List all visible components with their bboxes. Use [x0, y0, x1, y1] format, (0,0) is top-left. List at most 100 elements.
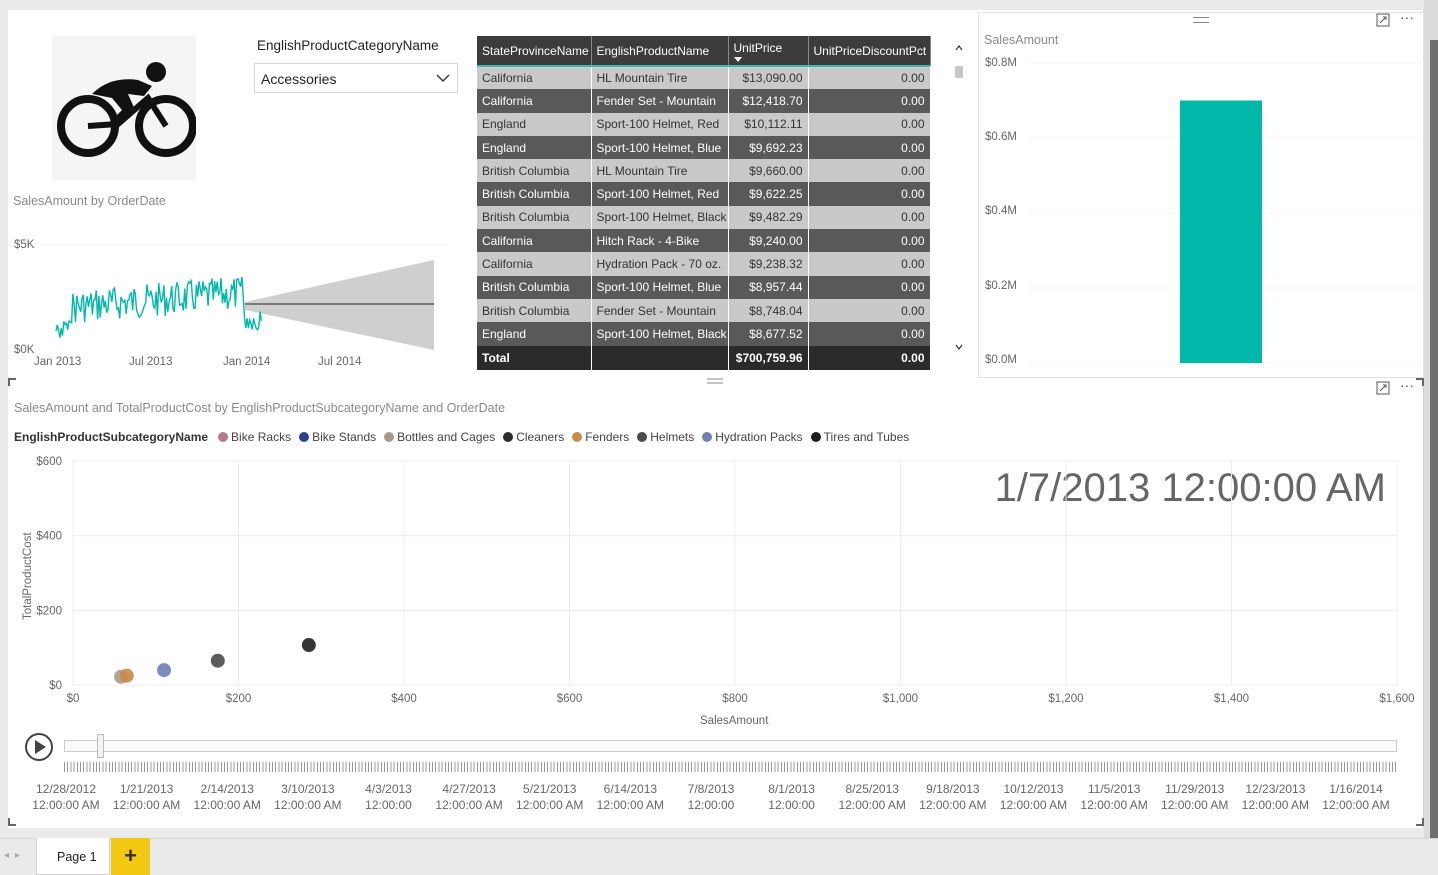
scatter-point[interactable]	[301, 638, 316, 653]
column-y-tick: $0.8M	[985, 57, 1017, 69]
table-row[interactable]: British Columbia HL Mountain Tire $9,660.0…	[477, 159, 931, 183]
play-axis-ticks	[64, 762, 1397, 772]
scatter-plot[interactable]: $0 $200 $400 $600 $800 $1,000 $1,200 $1,400 $1,6…	[0, 450, 1424, 712]
scatter-point[interactable]	[119, 668, 134, 683]
play-axis-date: 1/16/2014	[1329, 782, 1383, 796]
line-chart-plot[interactable]	[0, 230, 450, 355]
scroll-up-icon	[955, 45, 963, 51]
table-row[interactable]: England Sport-100 Helmet, Blue $9,692.23 0.…	[477, 135, 931, 160]
table-cell: British Columbia	[477, 182, 592, 206]
table-row[interactable]: British Columbia Sport-100 Helmet, Red $9,…	[477, 182, 931, 206]
legend-label: Cleaners	[516, 430, 565, 444]
table-cell: $9,692.23	[728, 135, 809, 160]
sales-table: StateProvinceName EnglishProductName Uni…	[477, 36, 931, 370]
legend-label: Bottles and Cages	[397, 430, 496, 444]
more-options-icon[interactable]: ···	[1400, 10, 1414, 24]
scatter-point[interactable]	[210, 653, 225, 668]
legend-label: Hydration Packs	[715, 430, 803, 444]
table-cell: 0.00	[808, 298, 931, 323]
play-axis-time: 12:00:00	[365, 798, 412, 812]
play-axis-label: 2/14/2013 12:00:00 AM	[187, 781, 267, 813]
column-header-sorted[interactable]: UnitPrice	[728, 36, 809, 66]
play-axis-thumb[interactable]	[97, 734, 105, 758]
table-cell: 0.00	[808, 66, 931, 90]
table-total-row: Total $700,759.96 0.00	[477, 345, 931, 370]
play-axis-label: 11/29/2013 12:00:00 AM	[1155, 781, 1235, 813]
scatter-y-tick: $400	[36, 531, 62, 543]
table-cell: $9,240.00	[728, 229, 809, 253]
table-cell: British Columbia	[477, 159, 592, 183]
drag-handle-icon[interactable]	[1193, 17, 1209, 23]
legend-label: Helmets	[650, 430, 695, 444]
category-slicer-dropdown[interactable]: Accessories	[254, 63, 458, 93]
legend-item[interactable]: Bottles and Cages	[384, 430, 495, 444]
more-options-icon[interactable]: ···	[1400, 378, 1414, 392]
tab-page-1[interactable]: Page 1	[36, 838, 110, 875]
play-axis-label: 4/27/2013 12:00:00 AM	[429, 781, 509, 813]
play-axis-track[interactable]	[64, 740, 1397, 752]
focus-mode-icon[interactable]	[1376, 381, 1390, 395]
table-cell: 0.00	[808, 229, 931, 253]
legend-item[interactable]: Tires and Tubes	[810, 430, 909, 444]
play-axis-time: 12:00:00	[768, 798, 815, 812]
play-axis-date: 12/28/2012	[35, 782, 97, 796]
scatter-x-tick: $1,400	[1214, 693, 1249, 705]
play-axis-time: 12:00:00 AM	[1322, 798, 1390, 812]
play-axis-date: 4/27/2013	[442, 782, 496, 796]
table-cell: 0.00	[808, 275, 931, 299]
play-axis-date: 6/14/2013	[603, 782, 658, 796]
column-y-tick: $0.6M	[985, 131, 1017, 143]
table-row[interactable]: California HL Mountain Tire $13,090.00 0.00	[477, 66, 931, 90]
play-button[interactable]	[25, 733, 53, 761]
legend-dot-icon	[299, 432, 310, 442]
table-scrollbar[interactable]	[953, 40, 965, 356]
scatter-x-label: SalesAmount	[700, 715, 769, 727]
legend-item[interactable]: Fenders	[572, 430, 629, 444]
legend-item[interactable]: Hydration Packs	[702, 430, 803, 444]
add-page-button[interactable]: +	[111, 838, 150, 875]
column-y-tick: $0.0M	[985, 354, 1017, 366]
legend-item[interactable]: Bike Racks	[218, 430, 291, 444]
column-header[interactable]: UnitPriceDiscountPct	[808, 36, 931, 66]
column-bar[interactable]	[1180, 100, 1262, 364]
legend-item[interactable]: Helmets	[637, 430, 694, 444]
table-cell: $10,112.11	[728, 112, 809, 136]
play-axis-date: 7/8/2013	[687, 782, 735, 796]
table-row[interactable]: British Columbia Sport-100 Helmet, Black $…	[477, 205, 931, 230]
legend-item[interactable]: Bike Stands	[299, 430, 376, 444]
table-cell: HL Mountain Tire	[591, 66, 729, 90]
resize-handle[interactable]	[1416, 378, 1424, 386]
table-row[interactable]: England Sport-100 Helmet, Red $10,112.11 0.…	[477, 112, 931, 136]
play-axis-time: 12:00:00 AM	[435, 798, 503, 812]
resize-handle[interactable]	[8, 818, 16, 826]
column-chart-plot[interactable]	[1025, 60, 1420, 365]
table-row[interactable]: British Columbia Fender Set - Mountain $8,…	[477, 298, 931, 323]
table-row[interactable]: England Sport-100 Helmet, Black $8,677.52 0…	[477, 322, 931, 346]
page-nav-arrows-icon[interactable]: ◂▸	[4, 850, 26, 861]
resize-handle[interactable]	[1416, 818, 1424, 826]
table-row[interactable]: California Hitch Rack - 4-Bike $9,240.00 0.…	[477, 229, 931, 253]
table-row[interactable]: California Hydration Pack - 70 oz. $9,238.…	[477, 252, 931, 276]
resize-handle[interactable]	[8, 378, 16, 386]
play-axis-time: 12:00:00	[687, 798, 735, 812]
table-row[interactable]: British Columbia Sport-100 Helmet, Blue $8…	[477, 275, 931, 299]
legend-item[interactable]: Cleaners	[503, 430, 564, 444]
drag-handle-icon[interactable]	[707, 377, 723, 387]
table-cell: 0.00	[808, 205, 931, 230]
play-axis-label: 5/21/2013 12:00:00 AM	[510, 781, 590, 813]
column-header[interactable]: StateProvinceName	[477, 36, 592, 66]
table-cell: $8,957.44	[728, 275, 809, 299]
play-axis-date: 9/18/2013	[926, 782, 980, 796]
table-cell: 0.00	[808, 112, 931, 136]
play-axis-time: 12:00:00 AM	[1241, 798, 1310, 812]
table-row[interactable]: California Fender Set - Mountain $12,418.7…	[477, 89, 931, 113]
chevron-down-icon	[436, 74, 450, 82]
play-axis-label: 12/28/2012 12:00:00 AM	[26, 781, 106, 813]
focus-mode-icon[interactable]	[1376, 13, 1390, 27]
play-axis-label: 11/5/2013 12:00:00 AM	[1074, 781, 1154, 813]
scatter-point[interactable]	[157, 663, 172, 678]
column-header[interactable]: EnglishProductName	[591, 36, 729, 66]
forecast-cone	[245, 260, 434, 350]
scatter-x-tick: $800	[722, 693, 748, 705]
legend-dot-icon	[218, 432, 229, 442]
